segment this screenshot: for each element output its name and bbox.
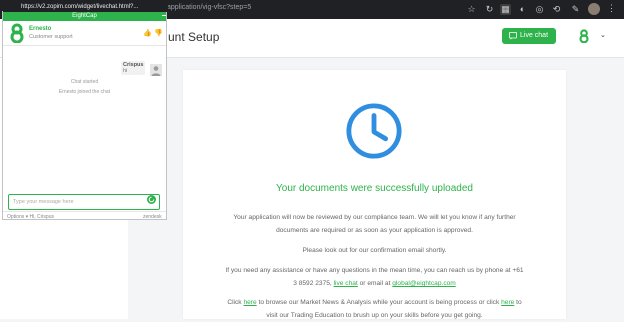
menu-dots-icon[interactable]: ⋮ — [607, 3, 616, 14]
market-news-link[interactable]: here — [243, 299, 256, 306]
eightcap-logo-icon — [10, 23, 24, 43]
agent-name: Ernesto — [29, 26, 52, 32]
extension-icon[interactable]: ▦ — [500, 4, 511, 15]
upload-success-card: Your documents were successfully uploade… — [183, 70, 566, 319]
minimize-icon[interactable] — [162, 15, 166, 16]
refresh-icon[interactable]: ↻ — [484, 4, 495, 15]
chat-window-urlbar: https://v2.zopim.com/widget/livechat.htm… — [3, 2, 168, 12]
resources-paragraph: Click here to browse our Market News & A… — [223, 296, 526, 322]
greeting-text: Hi, Crispus — [29, 214, 54, 220]
puzzle-icon[interactable]: ✎ — [570, 4, 581, 15]
agent-role: Customer support — [29, 34, 73, 40]
page-title: unt Setup — [168, 30, 220, 44]
visitor-message-text: hi — [123, 68, 128, 74]
extension-icon[interactable]: ◐ — [517, 4, 528, 15]
profile-avatar[interactable] — [588, 3, 600, 15]
chevron-down-icon[interactable]: ⌄ — [600, 31, 606, 39]
email-notice-paragraph: Please look out for our confirmation ema… — [302, 247, 447, 254]
chat-bubble-icon — [509, 32, 517, 40]
clock-icon — [346, 103, 402, 159]
live-chat-window: https://v2.zopim.com/widget/livechat.htm… — [2, 2, 168, 221]
page-url[interactable]: application/vig-vfsc?step=5 — [167, 4, 251, 11]
star-icon[interactable]: ☆ — [466, 4, 477, 15]
live-chat-label: Live chat — [520, 32, 549, 39]
eightcap-logo-icon[interactable] — [577, 29, 591, 43]
agent-joined-notice: Ernesto joined the chat — [58, 89, 111, 95]
thumbs-up-icon[interactable]: 👍 — [143, 29, 152, 37]
visitor-message: Crispus hi — [121, 61, 145, 75]
zendesk-brand[interactable]: zendesk — [143, 214, 162, 220]
contact-paragraph: If you need any assistance or have any q… — [223, 264, 526, 290]
chat-title-bar[interactable]: EightCap — [3, 12, 166, 21]
resources-text: Click — [227, 299, 242, 306]
chat-url[interactable]: https://v2.zopim.com/widget/livechat.htm… — [21, 4, 138, 10]
options-menu[interactable]: Options ▾ Hi, Crispus — [7, 214, 54, 220]
chat-footer: Options ▾ Hi, Crispus zendesk — [3, 211, 166, 221]
success-title: Your documents were successfully uploade… — [276, 183, 473, 194]
thumbs-down-icon[interactable]: 👎 — [154, 29, 163, 37]
options-label: Options — [7, 214, 25, 220]
live-chat-link[interactable]: live chat — [334, 280, 358, 287]
live-chat-button[interactable]: Live chat — [502, 28, 556, 44]
trading-education-link[interactable]: here — [501, 299, 514, 306]
email-link[interactable]: global@eightcap.com — [392, 280, 456, 287]
chat-header: EightCap Ernesto Customer support 👍 👎 — [3, 12, 166, 46]
dropdown-icon: ▾ — [25, 214, 29, 220]
history-icon[interactable]: ⟲ — [551, 4, 562, 15]
chat-started-notice: Chat started — [70, 79, 99, 85]
resources-text: to browse our Market News & Analysis whi… — [258, 299, 500, 306]
extension-icon[interactable]: ◎ — [534, 4, 545, 15]
chat-message-input[interactable]: Type your message here — [8, 194, 160, 210]
review-paragraph: Your application will now be reviewed by… — [233, 214, 516, 234]
contact-text: or email at — [359, 280, 391, 287]
send-icon[interactable] — [147, 195, 156, 204]
user-avatar-icon — [150, 64, 162, 76]
chat-window-title: EightCap — [72, 13, 97, 19]
